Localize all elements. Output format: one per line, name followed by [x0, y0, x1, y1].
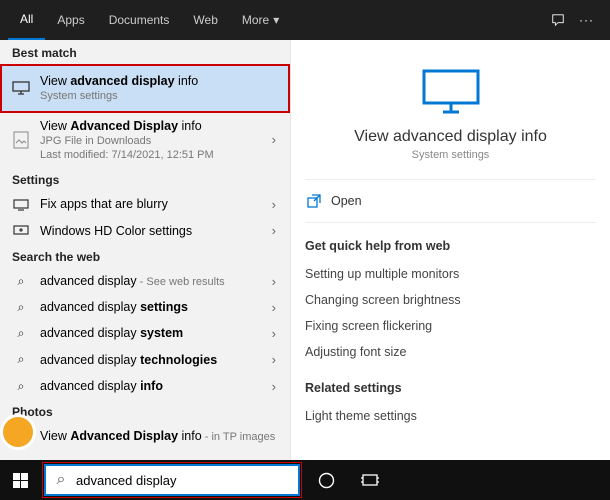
- task-view-icon[interactable]: [348, 460, 392, 500]
- search-icon: ⌕: [46, 471, 76, 489]
- chevron-right-icon: ›: [272, 379, 278, 394]
- results-panel: Best match View advanced display info Sy…: [0, 40, 290, 460]
- open-icon: [307, 194, 321, 208]
- start-button[interactable]: [0, 460, 40, 500]
- web-result-4[interactable]: ⌕advanced display info›: [0, 373, 290, 399]
- search-filter-tabs: All Apps Documents Web More▾ ···: [0, 0, 610, 40]
- help-link-1[interactable]: Changing screen brightness: [305, 287, 596, 313]
- search-web-heading: Search the web: [0, 244, 290, 268]
- cortana-icon[interactable]: [304, 460, 348, 500]
- preview-subtitle: System settings: [305, 149, 596, 161]
- tab-more[interactable]: More▾: [230, 0, 291, 40]
- notification-badge[interactable]: [0, 414, 36, 450]
- web-result-1[interactable]: ⌕advanced display settings›: [0, 294, 290, 320]
- help-heading: Get quick help from web: [305, 239, 596, 253]
- help-link-2[interactable]: Fixing screen flickering: [305, 313, 596, 339]
- chevron-right-icon: ›: [272, 300, 278, 315]
- image-file-icon: [12, 131, 30, 149]
- help-link-3[interactable]: Adjusting font size: [305, 339, 596, 365]
- help-link-0[interactable]: Setting up multiple monitors: [305, 261, 596, 287]
- chevron-right-icon: ›: [272, 352, 278, 367]
- display-icon: [12, 225, 30, 237]
- taskbar: ⌕: [0, 460, 610, 500]
- tab-all[interactable]: All: [8, 0, 45, 40]
- search-icon: ⌕: [12, 379, 30, 394]
- search-icon: ⌕: [12, 352, 30, 367]
- web-result-3[interactable]: ⌕advanced display technologies›: [0, 347, 290, 373]
- settings-result-0[interactable]: Fix apps that are blurry ›: [0, 191, 290, 217]
- monitor-icon: [12, 81, 30, 95]
- photos-heading: Photos: [0, 399, 290, 423]
- tab-documents[interactable]: Documents: [97, 0, 182, 40]
- related-heading: Related settings: [305, 381, 596, 395]
- web-result-2[interactable]: ⌕advanced display system›: [0, 320, 290, 346]
- monitor-icon: [305, 58, 596, 128]
- search-icon: ⌕: [12, 300, 30, 315]
- tab-web[interactable]: Web: [181, 0, 229, 40]
- settings-heading: Settings: [0, 167, 290, 191]
- feedback-icon[interactable]: [551, 13, 565, 27]
- more-icon[interactable]: ···: [579, 13, 594, 27]
- search-icon: ⌕: [12, 274, 30, 289]
- chevron-right-icon: ›: [272, 197, 278, 212]
- photo-result[interactable]: View Advanced Display info - in TP image…: [0, 423, 290, 449]
- best-match-heading: Best match: [0, 40, 290, 64]
- chevron-right-icon: ›: [272, 223, 278, 238]
- web-result-0[interactable]: ⌕advanced display - See web results›: [0, 268, 290, 294]
- preview-title: View advanced display info: [305, 128, 596, 146]
- related-link-0[interactable]: Light theme settings: [305, 403, 596, 429]
- chevron-down-icon: ▾: [273, 13, 279, 27]
- monitor-icon: [12, 199, 30, 211]
- settings-result-1[interactable]: Windows HD Color settings ›: [0, 218, 290, 244]
- best-match-result[interactable]: View advanced display info System settin…: [0, 64, 290, 113]
- preview-panel: View advanced display info System settin…: [290, 40, 610, 460]
- file-result[interactable]: View Advanced Display info JPG File in D…: [0, 113, 290, 168]
- taskbar-search[interactable]: ⌕: [44, 464, 300, 496]
- open-action[interactable]: Open: [305, 179, 596, 223]
- search-icon: ⌕: [12, 326, 30, 341]
- chevron-right-icon: ›: [272, 326, 278, 341]
- tab-apps[interactable]: Apps: [45, 0, 96, 40]
- search-input[interactable]: [76, 466, 298, 494]
- chevron-right-icon: ›: [272, 274, 278, 289]
- chevron-right-icon: ›: [272, 132, 278, 147]
